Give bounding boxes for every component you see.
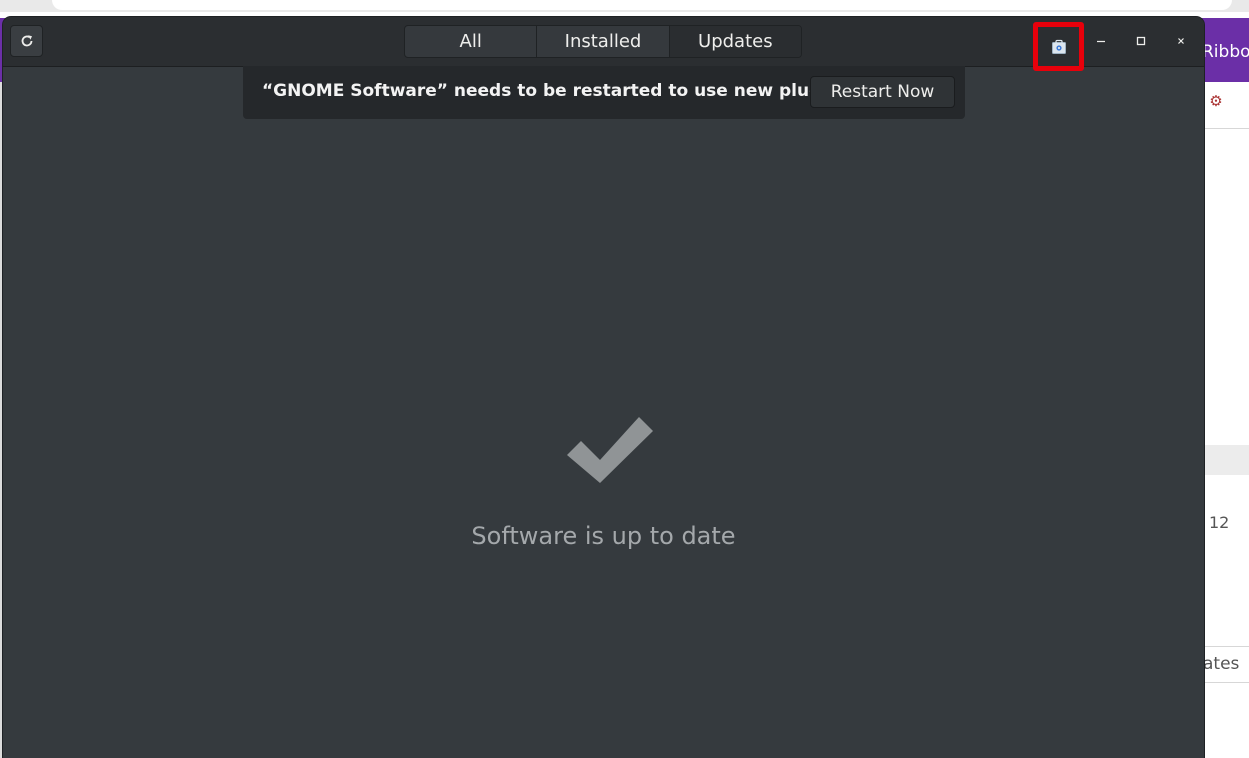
- tab-updates[interactable]: Updates: [669, 26, 801, 57]
- minimize-button[interactable]: [1089, 29, 1113, 53]
- tab-all[interactable]: All: [405, 26, 538, 57]
- background-ribbon-label: Ribbo: [1202, 42, 1249, 62]
- background-divider: [1204, 646, 1249, 647]
- refresh-button[interactable]: [10, 25, 43, 57]
- tab-installed[interactable]: Installed: [537, 26, 670, 57]
- background-divider: [1204, 682, 1249, 683]
- close-icon: [1178, 38, 1184, 44]
- screen: Ribbo ⚙ 12 ates All Installed Updates “G…: [0, 0, 1249, 758]
- browser-url-bar: [52, 0, 1232, 10]
- restart-now-button[interactable]: Restart Now: [810, 76, 955, 108]
- minimize-icon: [1097, 40, 1105, 43]
- app-menu-button[interactable]: [1033, 22, 1084, 71]
- restart-notification: “GNOME Software” needs to be restarted t…: [243, 66, 965, 119]
- background-divider: [1204, 128, 1249, 129]
- gnome-software-window: All Installed Updates “GNOME Software” n…: [3, 17, 1204, 758]
- maximize-icon: [1136, 36, 1146, 46]
- app-menu-icon: [1051, 39, 1066, 54]
- background-settings-icon: ⚙: [1209, 93, 1223, 110]
- refresh-icon: [21, 35, 32, 47]
- header-bar: All Installed Updates: [3, 17, 1204, 71]
- close-button[interactable]: [1169, 29, 1193, 53]
- background-number: 12: [1209, 513, 1230, 532]
- status-message: Software is up to date: [471, 522, 736, 550]
- background-updates-label: ates: [1203, 654, 1240, 674]
- maximize-button[interactable]: [1129, 29, 1153, 53]
- view-switcher: All Installed Updates: [404, 25, 802, 58]
- background-band: [1204, 445, 1249, 475]
- notification-message: “GNOME Software” needs to be restarted t…: [262, 81, 856, 101]
- checkmark-icon: [567, 417, 653, 483]
